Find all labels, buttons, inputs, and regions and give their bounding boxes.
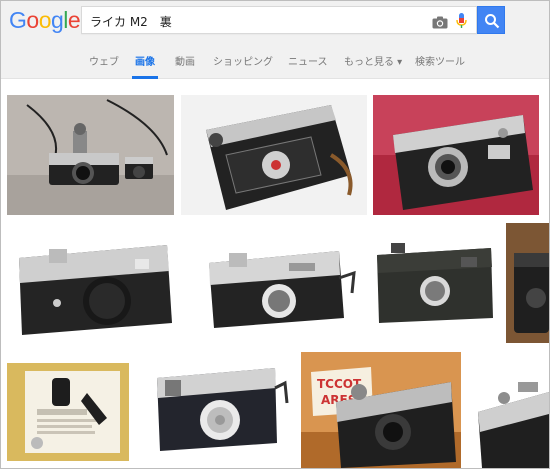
image-result[interactable] bbox=[7, 363, 129, 461]
logo-letter: G bbox=[9, 7, 27, 33]
camera-icon[interactable] bbox=[432, 14, 448, 29]
image-results-grid: TCCOT ARES bbox=[1, 80, 549, 468]
logo-letter: e bbox=[67, 7, 81, 33]
active-tab-indicator bbox=[132, 76, 158, 79]
tab-images[interactable]: 画像 bbox=[135, 53, 155, 68]
tab-search-tools[interactable]: 検索ツール bbox=[415, 53, 465, 68]
tab-more[interactable]: もっと見る ▾ bbox=[344, 53, 402, 68]
mic-icon[interactable] bbox=[456, 13, 467, 29]
tab-videos[interactable]: 動画 bbox=[175, 53, 195, 68]
logo-letter: o bbox=[26, 7, 39, 33]
search-input[interactable]: ライカ M2 裏 bbox=[81, 6, 477, 34]
google-logo[interactable]: Google bbox=[9, 7, 81, 35]
image-result[interactable] bbox=[468, 352, 549, 468]
image-result[interactable] bbox=[7, 223, 183, 343]
image-result[interactable] bbox=[7, 95, 174, 215]
search-header: Google ライカ M2 裏 ウェブ 画像 動画 ショッピング ニュース もっ… bbox=[1, 1, 549, 79]
image-result[interactable] bbox=[135, 348, 299, 468]
browser-frame: Google ライカ M2 裏 ウェブ 画像 動画 ショッピング ニュース もっ… bbox=[0, 0, 550, 469]
tab-shopping[interactable]: ショッピング bbox=[213, 53, 273, 68]
image-result[interactable] bbox=[373, 95, 539, 215]
tab-web[interactable]: ウェブ bbox=[89, 53, 119, 68]
search-button[interactable] bbox=[477, 6, 505, 34]
logo-letter: g bbox=[50, 7, 64, 33]
tab-news[interactable]: ニュース bbox=[288, 53, 328, 68]
image-result[interactable]: TCCOT ARES bbox=[301, 352, 461, 468]
image-result[interactable] bbox=[189, 223, 359, 343]
image-result[interactable] bbox=[369, 233, 499, 328]
logo-letter: o bbox=[38, 7, 52, 33]
image-result[interactable] bbox=[506, 223, 549, 343]
search-icon bbox=[485, 14, 500, 29]
image-result[interactable] bbox=[181, 95, 367, 215]
search-query-text: ライカ M2 裏 bbox=[90, 15, 172, 29]
search-tabs: ウェブ 画像 動画 ショッピング ニュース もっと見る ▾ 検索ツール bbox=[1, 45, 549, 79]
